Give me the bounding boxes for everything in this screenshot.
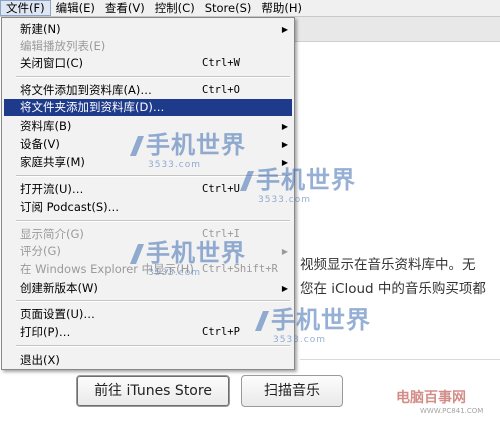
menu-edit[interactable]: 编辑(E) <box>51 0 100 16</box>
submenu-arrow-icon: ▶ <box>281 284 288 293</box>
menu-item-label: 订阅 Podcast(S)… <box>20 200 120 214</box>
file-menu-item-7[interactable]: 家庭共享(M) ▶ <box>4 154 292 171</box>
file-menu-item-2[interactable]: 关闭窗口(C) Ctrl+W <box>4 55 292 72</box>
menu-item-label: 编辑播放列表(E) <box>20 39 106 53</box>
menu-store[interactable]: Store(S) <box>200 0 257 16</box>
menu-item-label: 显示简介(G) <box>20 227 84 241</box>
file-menu-item-14[interactable]: 页面设置(U)… <box>4 306 292 323</box>
file-menu-item-15[interactable]: 打印(P)… Ctrl+P <box>4 324 292 341</box>
library-message-line-1: 视频显示在音乐资料库中。无 <box>300 257 476 273</box>
submenu-arrow-icon: ▶ <box>281 122 288 131</box>
menu-item-label: 页面设置(U)… <box>20 307 95 321</box>
menu-item-label: 评分(G) <box>20 244 61 258</box>
menu-item-label: 在 Windows Explorer 中显示(H) <box>20 262 194 276</box>
menu-item-label: 打印(P)… <box>20 325 71 339</box>
submenu-arrow-icon: ▶ <box>281 140 288 149</box>
file-menu-item-9[interactable]: 订阅 Podcast(S)… <box>4 199 292 216</box>
scan-music-button[interactable]: 扫描音乐 <box>241 375 343 407</box>
menu-separator <box>16 76 290 78</box>
file-menu-item-5[interactable]: 资料库(B) ▶ <box>4 118 292 135</box>
file-menu-item-16[interactable]: 退出(X) <box>4 352 292 369</box>
menu-item-label: 打开流(U)… <box>20 182 84 196</box>
menu-view[interactable]: 查看(V) <box>100 0 150 16</box>
menu-item-label: 家庭共享(M) <box>20 155 85 169</box>
menu-item-shortcut: Ctrl+W <box>202 57 240 69</box>
menu-item-label: 将文件夹添加到资料库(D)… <box>20 100 165 114</box>
submenu-arrow-icon: ▶ <box>281 158 288 167</box>
file-menu-item-12: 在 Windows Explorer 中显示(H) Ctrl+Shift+R <box>4 261 292 278</box>
menu-item-label: 新建(N) <box>20 22 61 36</box>
file-menu-item-6[interactable]: 设备(V) ▶ <box>4 136 292 153</box>
menu-file[interactable]: 文件(F) <box>0 0 51 16</box>
menu-item-label: 创建新版本(W) <box>20 281 98 295</box>
menu-item-label: 关闭窗口(C) <box>20 56 84 70</box>
menu-item-shortcut: Ctrl+U <box>202 183 240 195</box>
menu-separator <box>16 175 290 177</box>
file-menu-dropdown: 新建(N) ▶ 编辑播放列表(E) 关闭窗口(C) Ctrl+W 将文件添加到资料库(A)… <box>1 17 295 370</box>
menu-help[interactable]: 帮助(H) <box>256 0 307 16</box>
content-divider <box>300 359 500 360</box>
submenu-arrow-icon: ▶ <box>281 25 288 34</box>
menu-item-label: 将文件添加到资料库(A)… <box>20 83 152 97</box>
menu-separator <box>16 300 290 302</box>
file-menu-item-4[interactable]: 将文件夹添加到资料库(D)… <box>4 99 292 116</box>
file-menu-item-13[interactable]: 创建新版本(W) ▶ <box>4 280 292 297</box>
menu-item-shortcut: Ctrl+I <box>202 228 240 240</box>
file-menu-item-8[interactable]: 打开流(U)… Ctrl+U <box>4 181 292 198</box>
menu-separator <box>16 345 290 347</box>
submenu-arrow-icon: ▶ <box>281 247 288 256</box>
menu-item-label: 设备(V) <box>20 137 60 151</box>
menu-item-label: 退出(X) <box>20 353 60 367</box>
library-message-line-2: 您在 iCloud 中的音乐购买项都 <box>300 281 486 297</box>
file-menu-item-3[interactable]: 将文件添加到资料库(A)… Ctrl+O <box>4 82 292 99</box>
file-menu-item-1: 编辑播放列表(E) <box>4 38 292 55</box>
menu-item-shortcut: Ctrl+Shift+R <box>202 263 278 275</box>
menu-item-shortcut: Ctrl+P <box>202 326 240 338</box>
file-menu-item-11: 评分(G) ▶ <box>4 243 292 260</box>
go-to-itunes-store-button[interactable]: 前往 iTunes Store <box>76 375 230 407</box>
menu-item-label: 资料库(B) <box>20 119 72 133</box>
menu-controls[interactable]: 控制(C) <box>150 0 200 16</box>
toolbar-strip <box>295 17 500 42</box>
file-menu-item-0[interactable]: 新建(N) ▶ <box>4 21 292 38</box>
menu-separator <box>16 220 290 222</box>
menu-item-shortcut: Ctrl+O <box>202 84 240 96</box>
file-menu-item-10: 显示简介(G) Ctrl+I <box>4 226 292 243</box>
menu-bar: 文件(F) 编辑(E) 查看(V) 控制(C) Store(S) 帮助(H) <box>0 0 500 17</box>
